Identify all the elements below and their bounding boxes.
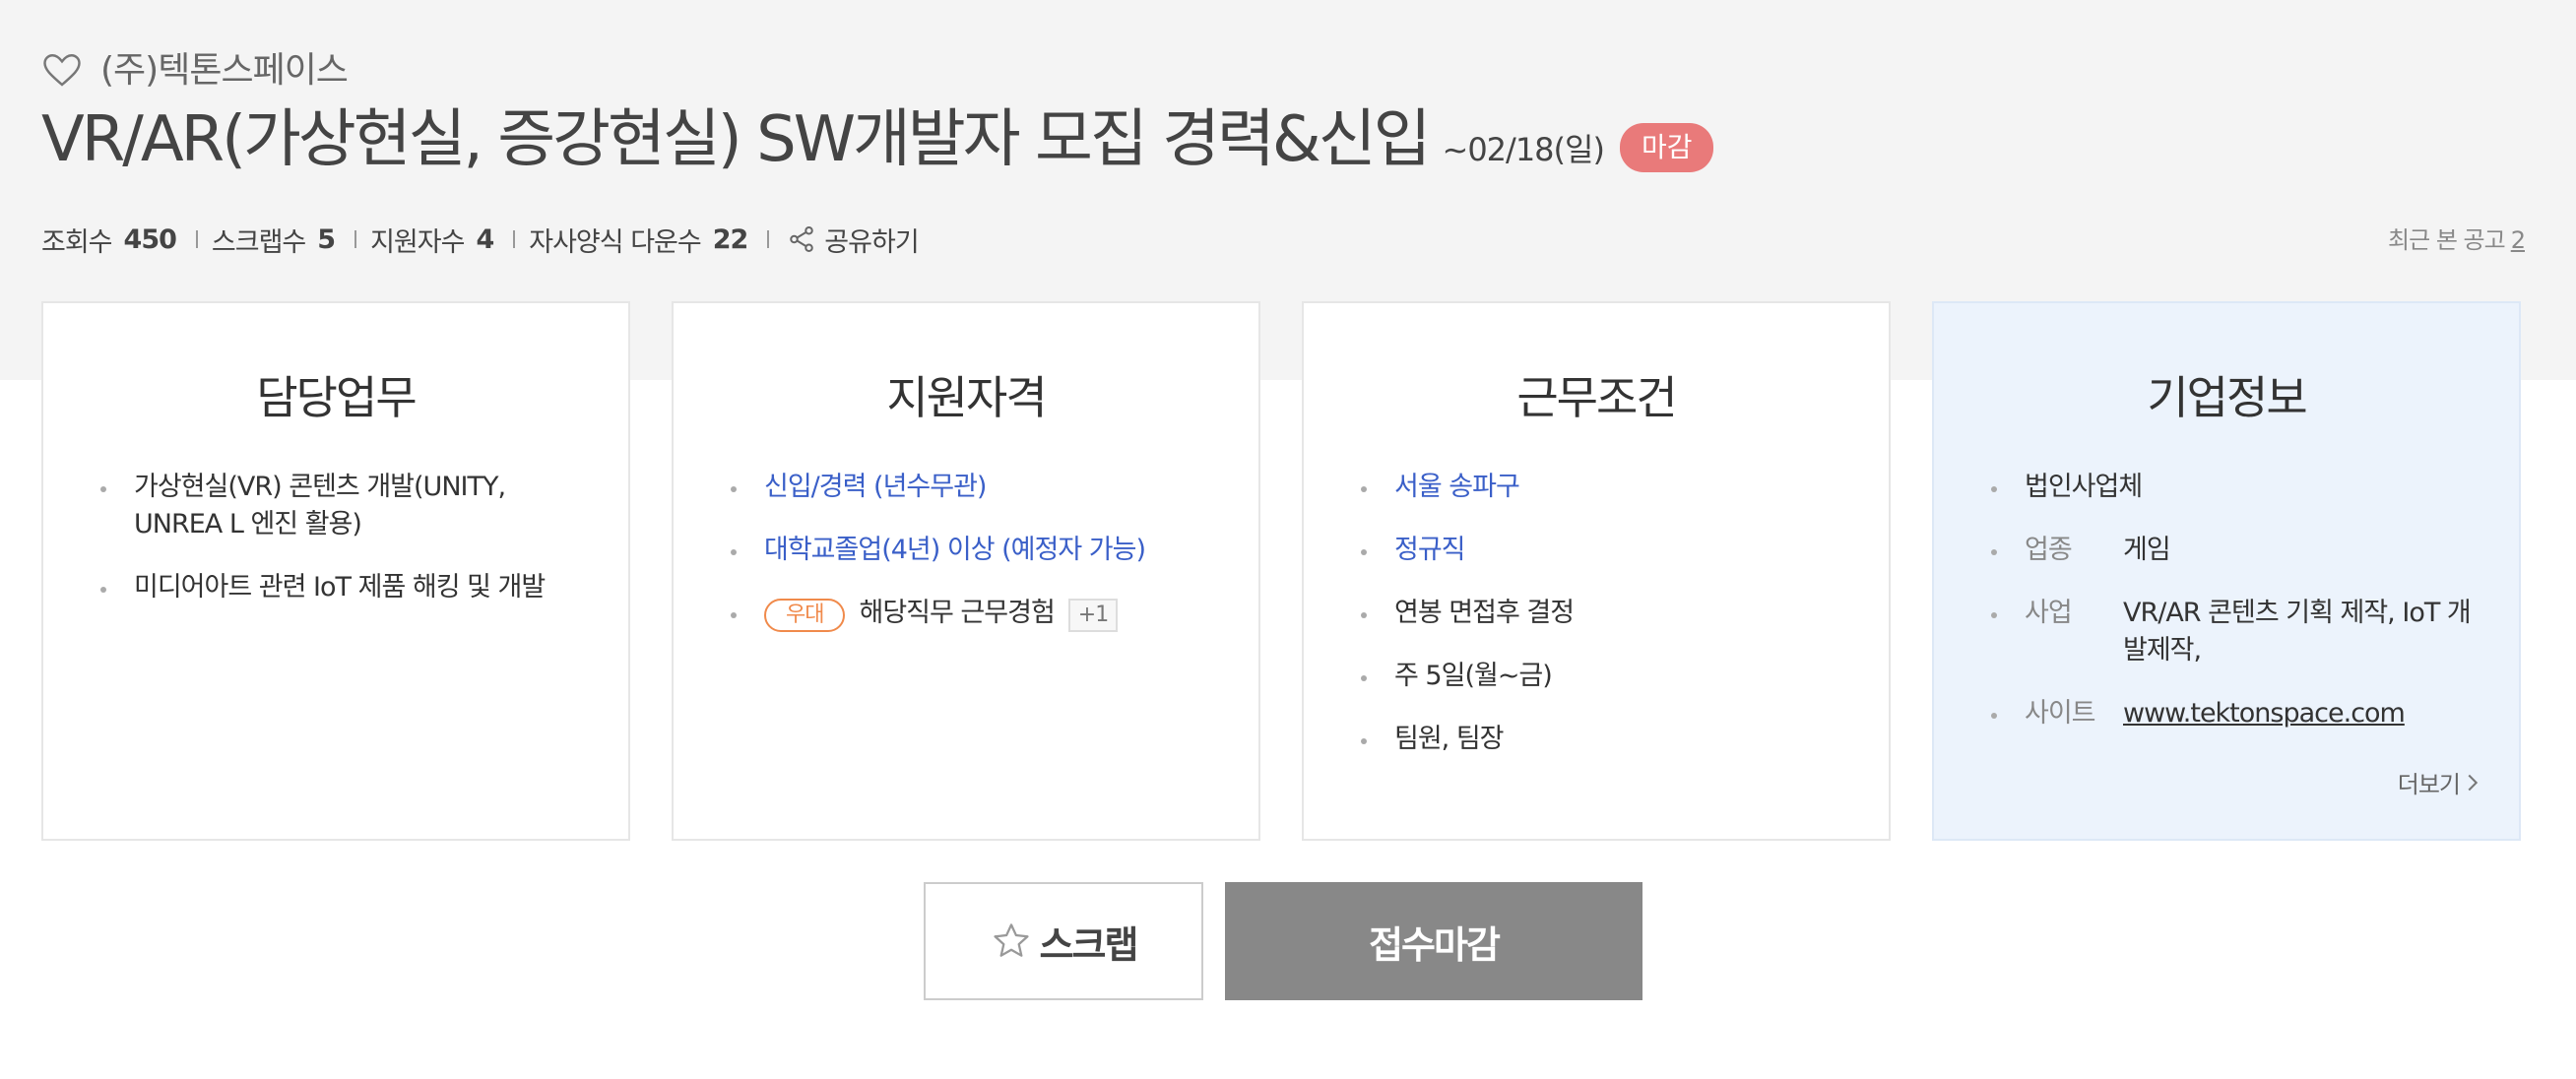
- stat-label: 자사양식 다운수: [529, 226, 701, 258]
- card-conditions: 근무조건 서울 송파구 정규직 연봉 면접후 결정 주 5일(월~금) 팀원, …: [1302, 301, 1891, 841]
- job-title: VR/AR(가상현실, 증강현실) SW개발자 모집 경력&신입: [41, 103, 1431, 176]
- more-link[interactable]: 더보기: [2398, 765, 2479, 799]
- stats-bar: 조회수 450 스크랩수 5 지원자수 4 자사양식 다운수 22 공유하기: [41, 217, 920, 262]
- status-badge: 마감: [1619, 123, 1714, 172]
- stat-views: 조회수 450: [41, 221, 177, 259]
- recent-viewed-link[interactable]: 최근 본 공고 2: [2388, 221, 2526, 255]
- card-duties: 담당업무 가상현실(VR) 콘텐츠 개발(UNITY, UNREA L 엔진 활…: [41, 301, 630, 841]
- stat-label: 지원자수: [370, 226, 465, 258]
- star-icon: [993, 923, 1029, 957]
- list-item-link[interactable]: 정규직: [1361, 532, 1849, 569]
- recent-label: 최근 본 공고: [2388, 226, 2506, 254]
- share-label: 공유하기: [824, 226, 919, 258]
- divider: [195, 230, 198, 248]
- list-item: 가상현실(VR) 콘텐츠 개발(UNITY, UNREA L 엔진 활용): [100, 469, 589, 543]
- info-key: 사업: [2025, 598, 2073, 628]
- card-title: 기업정보: [2147, 371, 2307, 424]
- site-link[interactable]: www.tektonspace.com: [2123, 695, 2479, 732]
- stat-value: 22: [712, 223, 749, 255]
- card-title: 지원자격: [886, 371, 1047, 424]
- share-icon: [790, 226, 814, 252]
- list-item: 사업 VR/AR 콘텐츠 기획 제작, IoT 개발제작,: [1991, 595, 2479, 669]
- info-value: VR/AR 콘텐츠 기획 제작, IoT 개발제작,: [2123, 598, 2472, 666]
- list-item: 팀원, 팀장: [1361, 721, 1849, 758]
- list-item-link[interactable]: 서울 송파구: [1361, 469, 1849, 506]
- list-item-preferred: 우대 해당직무 근무경험 +1: [731, 595, 1219, 632]
- stat-value: 5: [317, 223, 336, 255]
- scrap-button[interactable]: 스크랩: [924, 882, 1203, 1000]
- card-title: 근무조건: [1516, 371, 1677, 424]
- stat-label: 스크랩수: [211, 226, 306, 258]
- divider: [513, 230, 516, 248]
- more-label: 더보기: [2397, 771, 2461, 798]
- info-key: 업종: [2025, 535, 2073, 565]
- card-company-info: 기업정보 법인사업체 업종 게임 사업 VR/AR 콘텐츠 기획 제작, IoT 개…: [1932, 301, 2521, 841]
- stat-value: 450: [123, 223, 177, 255]
- stat-scraps: 스크랩수 5: [211, 221, 336, 259]
- heart-icon[interactable]: [41, 50, 83, 92]
- preferred-text: 해당직무 근무경험: [859, 598, 1055, 628]
- stat-applicants: 지원자수 4: [370, 221, 494, 259]
- company-row: (주)텍톤스페이스: [41, 41, 349, 93]
- divider: [354, 230, 357, 248]
- recent-count[interactable]: 2: [2511, 226, 2526, 254]
- more-chip[interactable]: +1: [1067, 599, 1119, 632]
- card-qualifications: 지원자격 신입/경력 (년수무관) 대학교졸업(4년) 이상 (예정자 가능) …: [672, 301, 1260, 841]
- info-value: 게임: [2123, 535, 2171, 565]
- info-key: 사이트: [2025, 698, 2096, 729]
- card-title: 담당업무: [256, 371, 417, 424]
- divider: [767, 230, 770, 248]
- stat-downloads: 자사양식 다운수 22: [529, 221, 749, 259]
- stat-label: 조회수: [41, 226, 113, 258]
- list-item: 법인사업체: [1991, 469, 2479, 506]
- company-info-list: 법인사업체 업종 게임 사업 VR/AR 콘텐츠 기획 제작, IoT 개발제작, …: [1991, 469, 2479, 758]
- list-item: 미디어아트 관련 IoT 제품 해킹 및 개발: [100, 569, 589, 606]
- company-name[interactable]: (주)텍톤스페이스: [100, 41, 349, 93]
- list-item-link[interactable]: 대학교졸업(4년) 이상 (예정자 가능): [731, 532, 1219, 569]
- list-item-link[interactable]: 신입/경력 (년수무관): [731, 469, 1219, 506]
- list-item: 업종 게임: [1991, 532, 2479, 569]
- list-item: 연봉 면접후 결정: [1361, 595, 1849, 632]
- list-item: 주 5일(월~금): [1361, 658, 1849, 695]
- duties-list: 가상현실(VR) 콘텐츠 개발(UNITY, UNREA L 엔진 활용) 미디…: [100, 469, 589, 632]
- deadline-date: ~02/18(일): [1442, 131, 1605, 168]
- list-item: 사이트 www.tektonspace.com: [1991, 695, 2479, 732]
- scrap-label: 스크랩: [1039, 922, 1139, 967]
- application-closed-button[interactable]: 접수마감: [1225, 882, 1642, 1000]
- conditions-list: 서울 송파구 정규직 연봉 면접후 결정 주 5일(월~금) 팀원, 팀장: [1361, 469, 1849, 784]
- chevron-right-icon: [2468, 774, 2479, 791]
- title-row: VR/AR(가상현실, 증강현실) SW개발자 모집 경력&신입 ~02/18(…: [41, 89, 1714, 179]
- preferred-badge: 우대: [764, 599, 846, 632]
- stat-value: 4: [476, 223, 494, 255]
- qualifications-list: 신입/경력 (년수무관) 대학교졸업(4년) 이상 (예정자 가능) 우대 해당직…: [731, 469, 1219, 658]
- share-button[interactable]: 공유하기: [783, 221, 920, 259]
